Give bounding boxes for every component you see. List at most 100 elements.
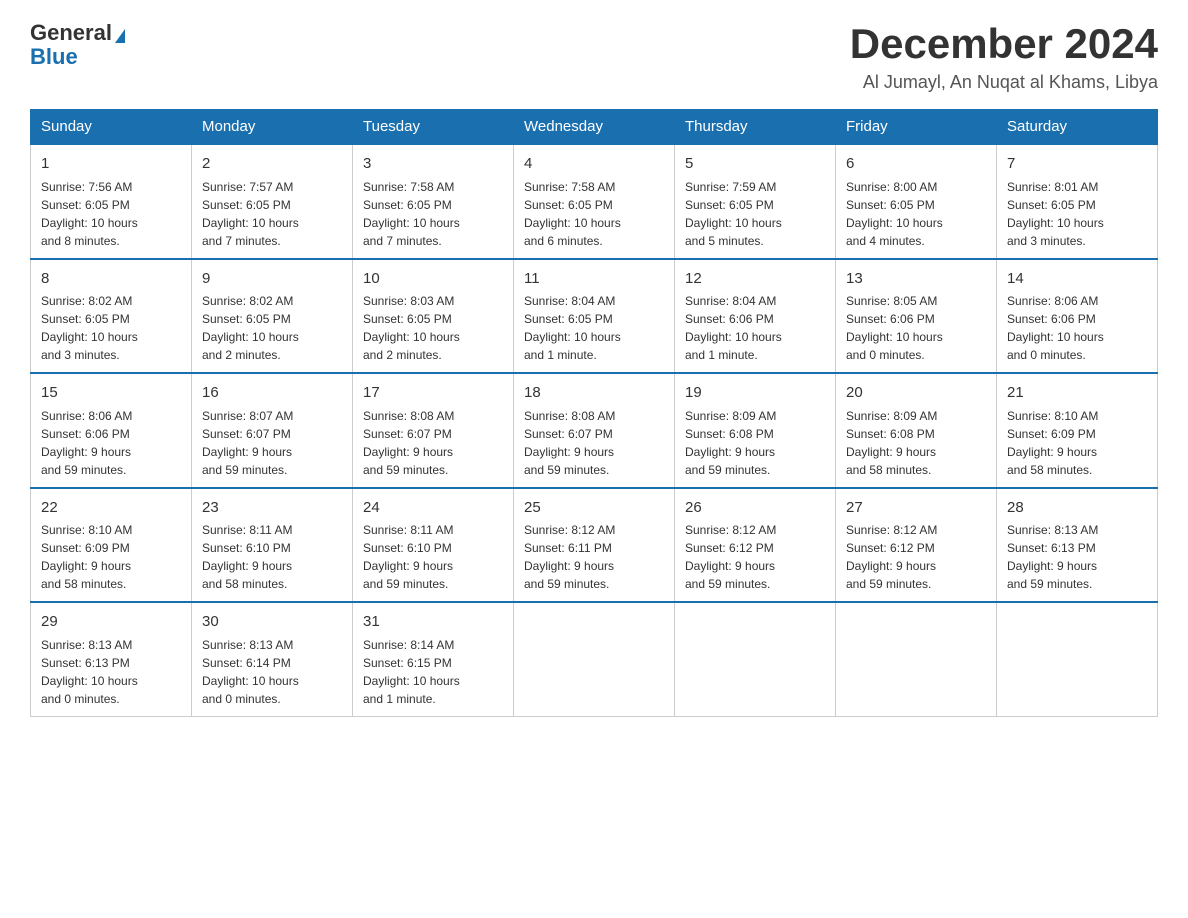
day-number: 25 bbox=[524, 497, 664, 520]
day-info: Sunrise: 7:58 AMSunset: 6:05 PMDaylight:… bbox=[524, 178, 664, 250]
header-row: SundayMondayTuesdayWednesdayThursdayFrid… bbox=[31, 110, 1158, 145]
day-number: 7 bbox=[1007, 153, 1147, 176]
calendar-cell: 27Sunrise: 8:12 AMSunset: 6:12 PMDayligh… bbox=[836, 488, 997, 603]
day-info: Sunrise: 7:58 AMSunset: 6:05 PMDaylight:… bbox=[363, 178, 503, 250]
calendar-cell: 11Sunrise: 8:04 AMSunset: 6:05 PMDayligh… bbox=[514, 259, 675, 374]
calendar-cell: 30Sunrise: 8:13 AMSunset: 6:14 PMDayligh… bbox=[192, 602, 353, 716]
day-number: 30 bbox=[202, 611, 342, 634]
day-number: 10 bbox=[363, 268, 503, 291]
header-friday: Friday bbox=[836, 110, 997, 145]
calendar-cell: 8Sunrise: 8:02 AMSunset: 6:05 PMDaylight… bbox=[31, 259, 192, 374]
day-info: Sunrise: 8:01 AMSunset: 6:05 PMDaylight:… bbox=[1007, 178, 1147, 250]
week-row-5: 29Sunrise: 8:13 AMSunset: 6:13 PMDayligh… bbox=[31, 602, 1158, 716]
header-sunday: Sunday bbox=[31, 110, 192, 145]
calendar-cell: 9Sunrise: 8:02 AMSunset: 6:05 PMDaylight… bbox=[192, 259, 353, 374]
day-info: Sunrise: 7:56 AMSunset: 6:05 PMDaylight:… bbox=[41, 178, 181, 250]
day-number: 14 bbox=[1007, 268, 1147, 291]
day-info: Sunrise: 8:10 AMSunset: 6:09 PMDaylight:… bbox=[1007, 407, 1147, 479]
calendar-cell: 4Sunrise: 7:58 AMSunset: 6:05 PMDaylight… bbox=[514, 144, 675, 259]
day-number: 3 bbox=[363, 153, 503, 176]
header-monday: Monday bbox=[192, 110, 353, 145]
calendar-cell: 26Sunrise: 8:12 AMSunset: 6:12 PMDayligh… bbox=[675, 488, 836, 603]
day-number: 31 bbox=[363, 611, 503, 634]
day-info: Sunrise: 8:05 AMSunset: 6:06 PMDaylight:… bbox=[846, 292, 986, 364]
calendar-table: SundayMondayTuesdayWednesdayThursdayFrid… bbox=[30, 109, 1158, 717]
calendar-cell: 25Sunrise: 8:12 AMSunset: 6:11 PMDayligh… bbox=[514, 488, 675, 603]
calendar-cell: 5Sunrise: 7:59 AMSunset: 6:05 PMDaylight… bbox=[675, 144, 836, 259]
day-info: Sunrise: 8:11 AMSunset: 6:10 PMDaylight:… bbox=[202, 521, 342, 593]
day-number: 9 bbox=[202, 268, 342, 291]
day-number: 28 bbox=[1007, 497, 1147, 520]
day-number: 16 bbox=[202, 382, 342, 405]
day-info: Sunrise: 8:12 AMSunset: 6:12 PMDaylight:… bbox=[846, 521, 986, 593]
location-title: Al Jumayl, An Nuqat al Khams, Libya bbox=[850, 72, 1158, 93]
calendar-cell: 16Sunrise: 8:07 AMSunset: 6:07 PMDayligh… bbox=[192, 373, 353, 488]
day-number: 18 bbox=[524, 382, 664, 405]
week-row-2: 8 Sunrise: 8:02 AMSunset: 6:05 PMDaylight… bbox=[31, 259, 1158, 374]
calendar-cell: 17Sunrise: 8:08 AMSunset: 6:07 PMDayligh… bbox=[353, 373, 514, 488]
calendar-cell: 22Sunrise: 8:10 AMSunset: 6:09 PMDayligh… bbox=[31, 488, 192, 603]
day-info: Sunrise: 8:07 AMSunset: 6:07 PMDaylight:… bbox=[202, 407, 342, 479]
day-info: Sunrise: 8:08 AMSunset: 6:07 PMDaylight:… bbox=[524, 407, 664, 479]
calendar-cell: 19Sunrise: 8:09 AMSunset: 6:08 PMDayligh… bbox=[675, 373, 836, 488]
day-info: Sunrise: 8:04 AMSunset: 6:06 PMDaylight:… bbox=[685, 292, 825, 364]
calendar-cell: 29Sunrise: 8:13 AMSunset: 6:13 PMDayligh… bbox=[31, 602, 192, 716]
day-number: 1 bbox=[41, 153, 181, 176]
day-number: 29 bbox=[41, 611, 181, 634]
calendar-cell: 13Sunrise: 8:05 AMSunset: 6:06 PMDayligh… bbox=[836, 259, 997, 374]
calendar-cell: 3Sunrise: 7:58 AMSunset: 6:05 PMDaylight… bbox=[353, 144, 514, 259]
day-info: Sunrise: 8:04 AMSunset: 6:05 PMDaylight:… bbox=[524, 292, 664, 364]
day-number: 13 bbox=[846, 268, 986, 291]
day-number: 4 bbox=[524, 153, 664, 176]
day-info: Sunrise: 8:12 AMSunset: 6:12 PMDaylight:… bbox=[685, 521, 825, 593]
day-info: Sunrise: 8:06 AMSunset: 6:06 PMDaylight:… bbox=[41, 407, 181, 479]
day-number: 21 bbox=[1007, 382, 1147, 405]
calendar-cell: 10Sunrise: 8:03 AMSunset: 6:05 PMDayligh… bbox=[353, 259, 514, 374]
day-info: Sunrise: 8:08 AMSunset: 6:07 PMDaylight:… bbox=[363, 407, 503, 479]
day-info: Sunrise: 8:10 AMSunset: 6:09 PMDaylight:… bbox=[41, 521, 181, 593]
day-info: Sunrise: 7:59 AMSunset: 6:05 PMDaylight:… bbox=[685, 178, 825, 250]
day-info: Sunrise: 8:00 AMSunset: 6:05 PMDaylight:… bbox=[846, 178, 986, 250]
day-info: Sunrise: 7:57 AMSunset: 6:05 PMDaylight:… bbox=[202, 178, 342, 250]
day-number: 15 bbox=[41, 382, 181, 405]
day-info: Sunrise: 8:06 AMSunset: 6:06 PMDaylight:… bbox=[1007, 292, 1147, 364]
day-number: 24 bbox=[363, 497, 503, 520]
day-info: Sunrise: 8:13 AMSunset: 6:13 PMDaylight:… bbox=[41, 636, 181, 708]
calendar-cell: 23Sunrise: 8:11 AMSunset: 6:10 PMDayligh… bbox=[192, 488, 353, 603]
calendar-cell: 21Sunrise: 8:10 AMSunset: 6:09 PMDayligh… bbox=[997, 373, 1158, 488]
logo-general-line: General bbox=[30, 20, 125, 46]
week-row-3: 15Sunrise: 8:06 AMSunset: 6:06 PMDayligh… bbox=[31, 373, 1158, 488]
day-number: 8 bbox=[41, 268, 181, 291]
day-info: Sunrise: 8:02 AMSunset: 6:05 PMDaylight:… bbox=[202, 292, 342, 364]
calendar-cell bbox=[836, 602, 997, 716]
header-tuesday: Tuesday bbox=[353, 110, 514, 145]
header-saturday: Saturday bbox=[997, 110, 1158, 145]
day-number: 20 bbox=[846, 382, 986, 405]
calendar-cell bbox=[514, 602, 675, 716]
day-number: 11 bbox=[524, 268, 664, 291]
calendar-cell: 7Sunrise: 8:01 AMSunset: 6:05 PMDaylight… bbox=[997, 144, 1158, 259]
calendar-cell bbox=[675, 602, 836, 716]
month-title: December 2024 bbox=[850, 20, 1158, 68]
day-number: 23 bbox=[202, 497, 342, 520]
day-number: 26 bbox=[685, 497, 825, 520]
calendar-cell: 12Sunrise: 8:04 AMSunset: 6:06 PMDayligh… bbox=[675, 259, 836, 374]
day-info: Sunrise: 8:11 AMSunset: 6:10 PMDaylight:… bbox=[363, 521, 503, 593]
day-info: Sunrise: 8:09 AMSunset: 6:08 PMDaylight:… bbox=[685, 407, 825, 479]
calendar-cell: 28Sunrise: 8:13 AMSunset: 6:13 PMDayligh… bbox=[997, 488, 1158, 603]
logo: General Blue bbox=[30, 20, 125, 70]
calendar-cell: 15Sunrise: 8:06 AMSunset: 6:06 PMDayligh… bbox=[31, 373, 192, 488]
day-info: Sunrise: 8:14 AMSunset: 6:15 PMDaylight:… bbox=[363, 636, 503, 708]
calendar-cell: 6Sunrise: 8:00 AMSunset: 6:05 PMDaylight… bbox=[836, 144, 997, 259]
calendar-cell bbox=[997, 602, 1158, 716]
day-number: 6 bbox=[846, 153, 986, 176]
day-info: Sunrise: 8:13 AMSunset: 6:13 PMDaylight:… bbox=[1007, 521, 1147, 593]
calendar-cell: 24Sunrise: 8:11 AMSunset: 6:10 PMDayligh… bbox=[353, 488, 514, 603]
day-number: 17 bbox=[363, 382, 503, 405]
calendar-cell: 1Sunrise: 7:56 AMSunset: 6:05 PMDaylight… bbox=[31, 144, 192, 259]
day-number: 19 bbox=[685, 382, 825, 405]
header-wednesday: Wednesday bbox=[514, 110, 675, 145]
calendar-cell: 2Sunrise: 7:57 AMSunset: 6:05 PMDaylight… bbox=[192, 144, 353, 259]
day-number: 2 bbox=[202, 153, 342, 176]
day-number: 5 bbox=[685, 153, 825, 176]
